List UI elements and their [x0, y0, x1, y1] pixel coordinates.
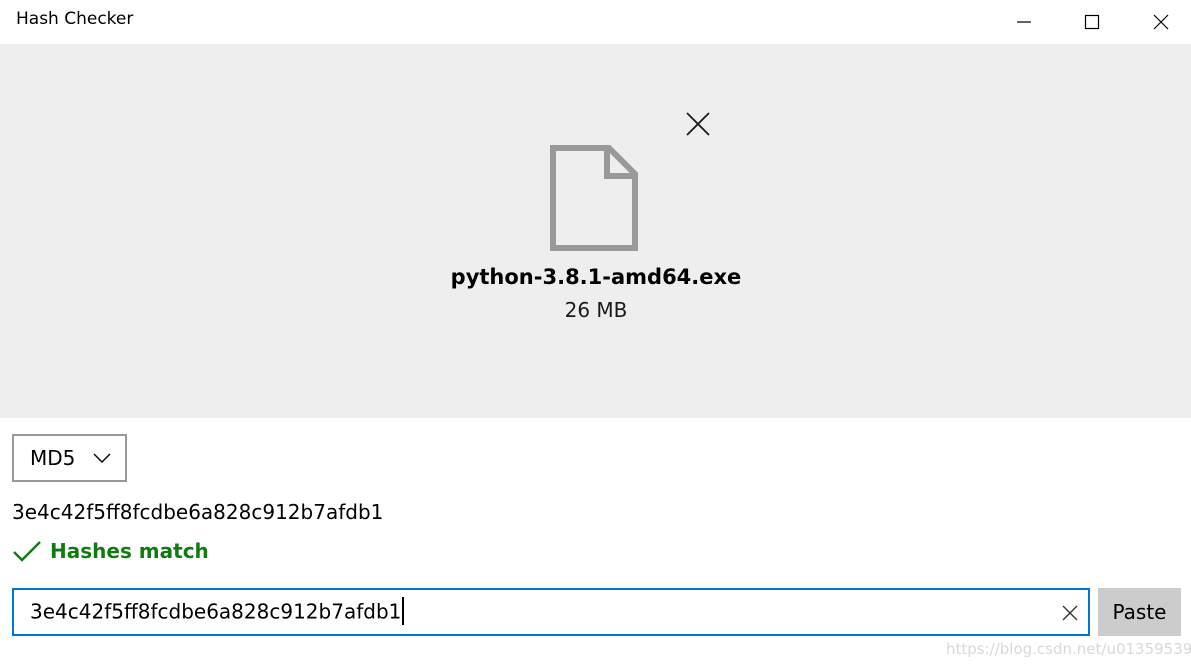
hash-checker-window: Hash Checker python-3.8.1-amd64.exe 26 M… [0, 0, 1191, 669]
maximize-button[interactable] [1069, 0, 1115, 44]
close-icon [1062, 605, 1078, 621]
title-bar: Hash Checker [0, 0, 1191, 44]
document-icon [550, 145, 638, 251]
match-status: Hashes match [12, 536, 209, 566]
chevron-down-icon [93, 453, 111, 463]
close-icon [1153, 14, 1169, 30]
paste-button[interactable]: Paste [1098, 588, 1181, 636]
watermark: https://blog.csdn.net/u013595395 [946, 640, 1191, 658]
maximize-icon [1084, 14, 1100, 30]
file-name: python-3.8.1-amd64.exe [450, 265, 742, 289]
clear-input-button[interactable] [1058, 601, 1082, 625]
hash-algorithm-dropdown[interactable]: MD5 [12, 434, 127, 482]
window-title: Hash Checker [16, 9, 134, 29]
text-caret [402, 597, 405, 625]
file-size: 26 MB [564, 298, 628, 322]
close-button[interactable] [1138, 0, 1184, 44]
remove-file-button[interactable] [683, 109, 713, 139]
compare-hash-input[interactable]: 3e4c42f5ff8fcdbe6a828c912b7afdb1 [12, 588, 1090, 636]
computed-hash-value: 3e4c42f5ff8fcdbe6a828c912b7afdb1 [12, 500, 384, 524]
hash-algorithm-value: MD5 [30, 446, 76, 470]
minimize-button[interactable] [1001, 0, 1047, 44]
match-status-text: Hashes match [50, 539, 209, 563]
minimize-icon [1017, 21, 1031, 23]
close-icon [686, 112, 710, 136]
compare-hash-text: 3e4c42f5ff8fcdbe6a828c912b7afdb1 [30, 599, 402, 624]
checkmark-icon [13, 541, 41, 562]
